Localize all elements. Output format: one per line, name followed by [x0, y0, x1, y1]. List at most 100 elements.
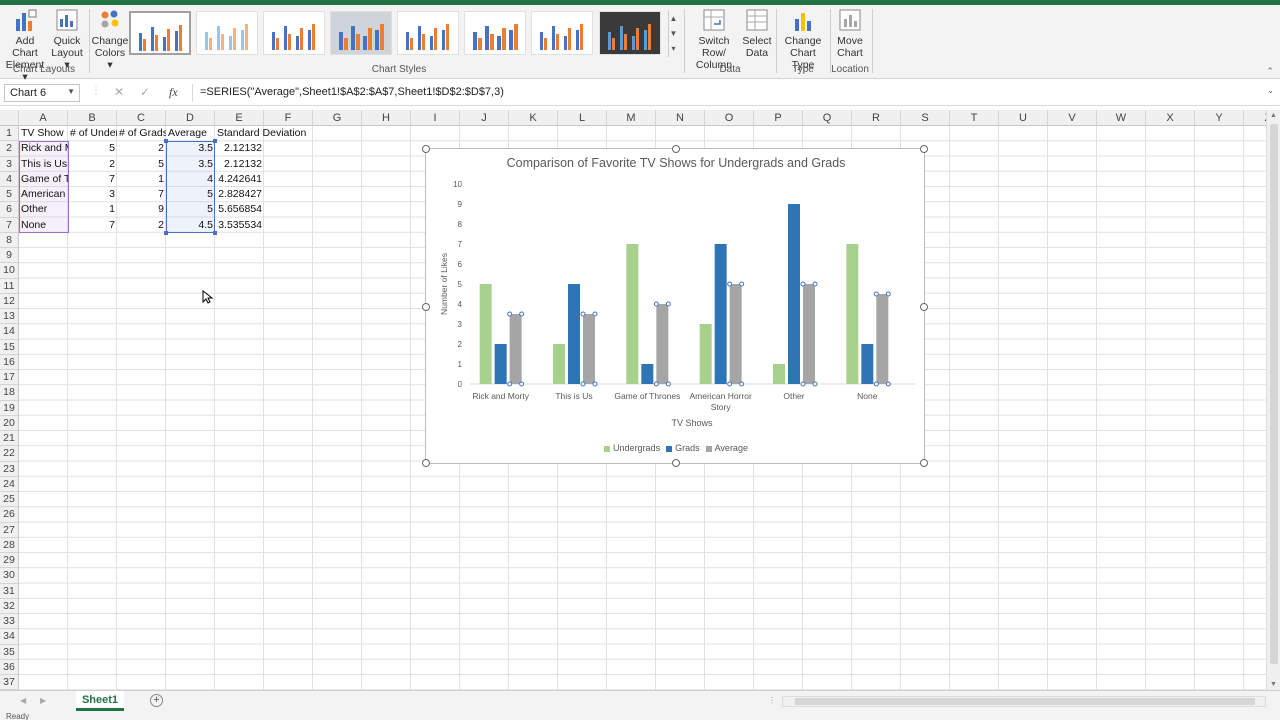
table-cell[interactable]: 5 [166, 187, 215, 202]
column-header[interactable]: G [313, 110, 362, 126]
row-header[interactable]: 17 [0, 370, 18, 386]
table-cell[interactable]: Average [166, 126, 215, 141]
next-sheet-icon[interactable]: ▶ [40, 696, 46, 705]
table-cell[interactable]: # of Undergrads [68, 126, 117, 141]
row-header[interactable]: 5 [0, 187, 18, 203]
row-header[interactable]: 11 [0, 279, 18, 294]
chart-style-thumb[interactable] [599, 11, 661, 55]
column-header[interactable]: V [1048, 110, 1097, 126]
quick-layout-button[interactable]: Quick Layout ▾ [49, 7, 85, 71]
chart-style-thumb[interactable] [397, 11, 459, 55]
row-header[interactable]: 31 [0, 584, 18, 599]
row-header[interactable]: 20 [0, 416, 18, 431]
column-header[interactable]: I [411, 110, 460, 126]
chart-resize-handle[interactable] [920, 145, 928, 153]
scroll-up-icon[interactable]: ▲ [1270, 112, 1277, 119]
insert-function-icon[interactable]: fx [169, 85, 178, 100]
column-header[interactable]: T [950, 110, 999, 126]
horizontal-scrollbar[interactable] [782, 696, 1266, 707]
table-cell[interactable]: 7 [68, 172, 117, 187]
column-header[interactable]: J [460, 110, 509, 126]
chart-style-thumb[interactable] [531, 11, 593, 55]
chart-style-thumb[interactable] [129, 11, 191, 55]
legend-item[interactable]: Undergrads [604, 443, 660, 453]
change-colors-button[interactable]: Change Colors ▾ [91, 7, 129, 71]
row-header[interactable]: 32 [0, 599, 18, 614]
table-cell[interactable]: 2.12132 [215, 141, 264, 156]
row-header[interactable]: 24 [0, 477, 18, 492]
column-header[interactable]: H [362, 110, 411, 126]
row-header[interactable]: 8 [0, 233, 18, 248]
scroll-thumb[interactable] [1270, 124, 1278, 664]
row-header[interactable]: 10 [0, 263, 18, 279]
enter-icon[interactable]: ✓ [140, 85, 150, 99]
row-header[interactable]: 16 [0, 355, 18, 370]
column-header[interactable]: Y [1195, 110, 1244, 126]
table-cell[interactable]: 5.656854 [215, 202, 264, 217]
row-header[interactable]: 3 [0, 157, 18, 172]
chart-style-thumb[interactable] [263, 11, 325, 55]
chevron-down-icon[interactable]: ⌄ [1267, 86, 1274, 95]
add-sheet-icon[interactable]: + [150, 694, 163, 707]
chart-resize-handle[interactable] [672, 145, 680, 153]
table-cell[interactable]: 3.5 [166, 141, 215, 156]
legend-item[interactable]: Grads [666, 443, 700, 453]
column-header[interactable]: R [852, 110, 901, 126]
row-header[interactable]: 25 [0, 492, 18, 508]
row-header[interactable]: 33 [0, 614, 18, 630]
chart-resize-handle[interactable] [920, 459, 928, 467]
row-header[interactable]: 9 [0, 248, 18, 264]
select-all-corner[interactable] [0, 110, 19, 126]
table-cell[interactable]: 2 [68, 157, 117, 172]
legend-item[interactable]: Average [705, 443, 748, 453]
chart-title[interactable]: Comparison of Favorite TV Shows for Unde… [426, 156, 926, 170]
name-box[interactable]: Chart 6 ▼ [4, 84, 80, 102]
table-cell[interactable]: 3 [68, 187, 117, 202]
column-header[interactable]: C [117, 110, 166, 126]
chart-resize-handle[interactable] [920, 303, 928, 311]
table-cell[interactable]: 5 [166, 202, 215, 217]
table-cell[interactable]: 7 [68, 218, 117, 233]
column-header[interactable]: Q [803, 110, 852, 126]
table-cell[interactable]: 4.5 [166, 218, 215, 233]
chart-resize-handle[interactable] [422, 303, 430, 311]
row-header[interactable]: 35 [0, 645, 18, 660]
row-header[interactable]: 14 [0, 324, 18, 340]
change-chart-type-button[interactable]: Change Chart Type [778, 7, 828, 71]
row-header[interactable]: 13 [0, 309, 18, 325]
table-cell[interactable]: 1 [117, 172, 166, 187]
tab-sheet1[interactable]: Sheet1 [76, 691, 124, 711]
row-header[interactable]: 4 [0, 172, 18, 187]
gallery-up-icon[interactable]: ▲ [669, 11, 678, 26]
vertical-scrollbar[interactable]: ▲ ▼ [1266, 110, 1280, 690]
table-cell[interactable]: Other [19, 202, 68, 217]
row-header[interactable]: 26 [0, 507, 18, 523]
table-cell[interactable]: 3.535534 [215, 218, 264, 233]
column-header[interactable]: L [558, 110, 607, 126]
switch-row-column-button[interactable]: Switch Row/ Column [687, 7, 741, 71]
row-header[interactable]: 34 [0, 629, 18, 645]
column-header[interactable]: X [1146, 110, 1195, 126]
select-data-button[interactable]: Select Data [742, 7, 772, 59]
table-cell[interactable]: 4 [166, 172, 215, 187]
column-header[interactable]: D [166, 110, 215, 126]
row-header[interactable]: 7 [0, 218, 18, 233]
chart-style-thumb[interactable] [464, 11, 526, 55]
scroll-down-icon[interactable]: ▼ [1270, 681, 1277, 688]
table-cell[interactable]: 1 [68, 202, 117, 217]
row-header[interactable]: 15 [0, 340, 18, 355]
column-header[interactable]: M [607, 110, 656, 126]
column-header[interactable]: K [509, 110, 558, 126]
table-cell[interactable]: 4.242641 [215, 172, 264, 187]
row-header[interactable]: 21 [0, 431, 18, 447]
table-cell[interactable]: # of Grads [117, 126, 166, 141]
table-cell[interactable]: 2 [117, 218, 166, 233]
column-header[interactable]: E [215, 110, 264, 126]
table-cell[interactable]: Rick and Morty [19, 141, 68, 156]
row-header[interactable]: 29 [0, 553, 18, 569]
table-cell[interactable]: Game of Thrones [19, 172, 68, 187]
table-cell[interactable]: None [19, 218, 68, 233]
column-header[interactable]: P [754, 110, 803, 126]
row-header[interactable]: 30 [0, 568, 18, 584]
row-header[interactable]: 22 [0, 446, 18, 462]
